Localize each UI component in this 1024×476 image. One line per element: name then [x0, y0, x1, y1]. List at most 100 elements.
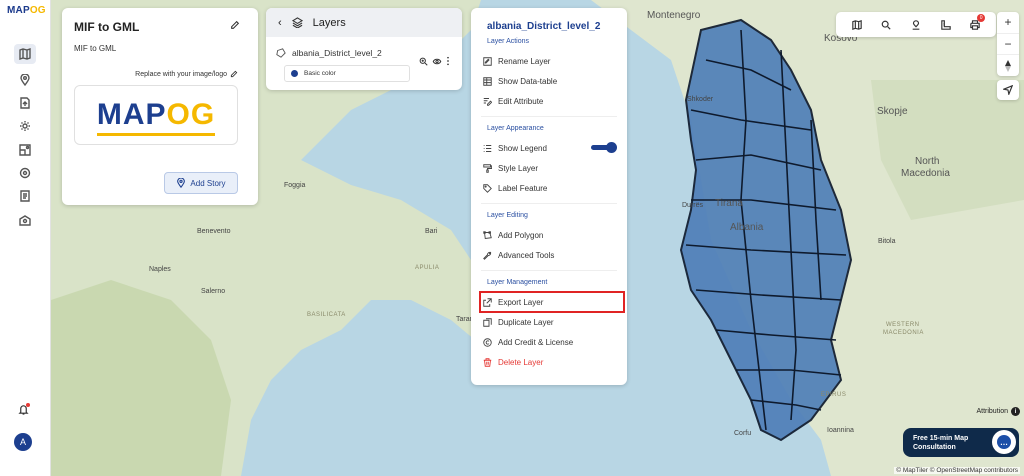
reports-nav-button[interactable]: [14, 186, 36, 206]
consultation-banner[interactable]: Free 15-min Map Consultation …: [903, 428, 1019, 457]
left-rail: MAPOG A: [0, 0, 51, 476]
map-label-apulia: APULIA: [415, 265, 440, 271]
map-label-tirana: Tirana: [715, 198, 743, 209]
section-layer-actions: Layer Actions: [487, 38, 530, 45]
layers-panel: ‹ Layers albania_District_level_2 Basic …: [266, 8, 462, 90]
story-subtitle: MIF to GML: [74, 44, 117, 53]
legend-list-icon: [483, 144, 492, 152]
delete-layer-item[interactable]: Delete Layer: [481, 353, 621, 371]
story-panel: MIF to GML MIF to GML Replace with your …: [62, 8, 258, 205]
map-label-salerno: Salerno: [201, 288, 226, 295]
tools-nav-button[interactable]: [14, 163, 36, 183]
map-label-epirus: EPIRUS: [821, 392, 847, 398]
zoom-out-button[interactable]: −: [997, 34, 1019, 56]
map-toolbar: 0: [836, 12, 996, 37]
add-credit-label: Add Credit & License: [498, 337, 574, 347]
user-avatar[interactable]: A: [14, 433, 32, 451]
eye-icon[interactable]: [432, 57, 442, 66]
add-story-button[interactable]: Add Story: [164, 172, 238, 194]
layers-title: Layers: [312, 16, 346, 29]
map-label-corfu: Corfu: [734, 430, 752, 437]
pencil-icon: [231, 20, 240, 29]
paint-roller-icon: [483, 163, 492, 173]
more-vertical-icon[interactable]: [446, 56, 450, 66]
print-button[interactable]: 0: [968, 13, 986, 32]
layer-row[interactable]: albania_District_level_2: [276, 48, 382, 58]
basemap-button[interactable]: [850, 18, 864, 32]
search-button[interactable]: [879, 18, 893, 32]
layers-nav-button[interactable]: [14, 140, 36, 160]
style-layer-item[interactable]: Style Layer: [481, 159, 621, 177]
show-legend-toggle[interactable]: [591, 142, 617, 153]
map-label-foggia: Foggia: [284, 182, 306, 189]
style-layer-label: Style Layer: [498, 163, 539, 173]
replace-logo-link[interactable]: Replace with your image/logo: [135, 70, 238, 78]
map-label-north: North: [915, 156, 940, 167]
notifications-button[interactable]: [18, 403, 30, 417]
location-button[interactable]: [909, 18, 923, 32]
geolocate-button[interactable]: [997, 80, 1019, 100]
compass-button[interactable]: [997, 55, 1019, 76]
edit-attribute-label: Edit Attribute: [498, 96, 544, 106]
layer-style-chip[interactable]: Basic color: [284, 65, 410, 82]
app-logo[interactable]: MAPOG: [7, 5, 46, 16]
zoom-to-layer-icon[interactable]: [419, 57, 428, 66]
measure-button[interactable]: [939, 18, 953, 32]
layers-header: ‹ Layers: [266, 8, 462, 37]
add-polygon-item[interactable]: Add Polygon: [481, 226, 621, 244]
rename-layer-label: Rename Layer: [498, 56, 551, 66]
toolbar-notification-badge: 0: [977, 13, 986, 22]
show-data-table-item[interactable]: Show Data-table: [481, 72, 621, 90]
export-layer-item[interactable]: Export Layer: [479, 291, 625, 313]
location-pin-icon: [912, 19, 920, 30]
toggle-knob: [606, 142, 617, 153]
tag-icon: [483, 183, 492, 193]
add-credit-item[interactable]: Add Credit & License: [481, 333, 621, 351]
story-title: MIF to GML: [74, 20, 140, 34]
section-layer-management: Layer Management: [487, 279, 548, 286]
navigation-arrow-icon: [1003, 85, 1013, 95]
copyright-icon: [483, 337, 492, 347]
chat-button[interactable]: …: [992, 430, 1016, 454]
attribution-toggle[interactable]: Attribution i: [976, 407, 1020, 416]
replace-logo-label: Replace with your image/logo: [135, 70, 227, 78]
map-nav-button[interactable]: [14, 44, 36, 64]
story-logo[interactable]: MAPOG: [74, 85, 238, 145]
map-label-western-macedonia: MACEDONIA: [883, 330, 924, 336]
map-label-naples: Naples: [149, 266, 171, 273]
advanced-tools-item[interactable]: Advanced Tools: [481, 246, 621, 264]
list-doc-icon: [20, 190, 30, 202]
upload-nav-button[interactable]: [14, 93, 36, 113]
label-feature-item[interactable]: Label Feature: [481, 179, 621, 197]
duplicate-layer-item[interactable]: Duplicate Layer: [481, 313, 621, 331]
map-label-ioannina: Ioannina: [827, 427, 854, 434]
add-polygon-label: Add Polygon: [498, 230, 544, 240]
back-chevron-icon[interactable]: ‹: [278, 17, 282, 29]
rename-layer-item[interactable]: Rename Layer: [481, 52, 621, 70]
layer-row-actions: [419, 56, 450, 66]
location-nav-button[interactable]: [14, 70, 36, 90]
share-nav-button[interactable]: [14, 210, 36, 230]
export-icon: [483, 297, 492, 307]
menu-divider: [481, 270, 617, 271]
location-pin-icon: [177, 178, 186, 188]
show-data-table-label: Show Data-table: [498, 76, 558, 86]
map-label-macedonia: Macedonia: [901, 168, 950, 179]
cog-circle-icon: [19, 167, 31, 179]
layers-icon: [291, 17, 303, 28]
zoom-controls: + −: [997, 12, 1019, 76]
table-icon: [483, 76, 492, 86]
map-icon: [19, 48, 31, 60]
rename-icon: [483, 56, 492, 66]
edit-attribute-item[interactable]: Edit Attribute: [481, 92, 621, 110]
duplicate-icon: [483, 317, 492, 327]
map-label-skopje: Skopje: [877, 106, 908, 117]
menu-divider: [481, 203, 617, 204]
mapog-logo: MAPOG: [96, 98, 216, 136]
settings-nav-button[interactable]: [14, 116, 36, 136]
layer-style-label: Basic color: [304, 70, 336, 77]
edit-story-button[interactable]: [230, 20, 240, 32]
show-legend-label: Show Legend: [498, 143, 547, 153]
zoom-in-button[interactable]: +: [997, 12, 1019, 34]
compass-icon: [1005, 59, 1011, 72]
